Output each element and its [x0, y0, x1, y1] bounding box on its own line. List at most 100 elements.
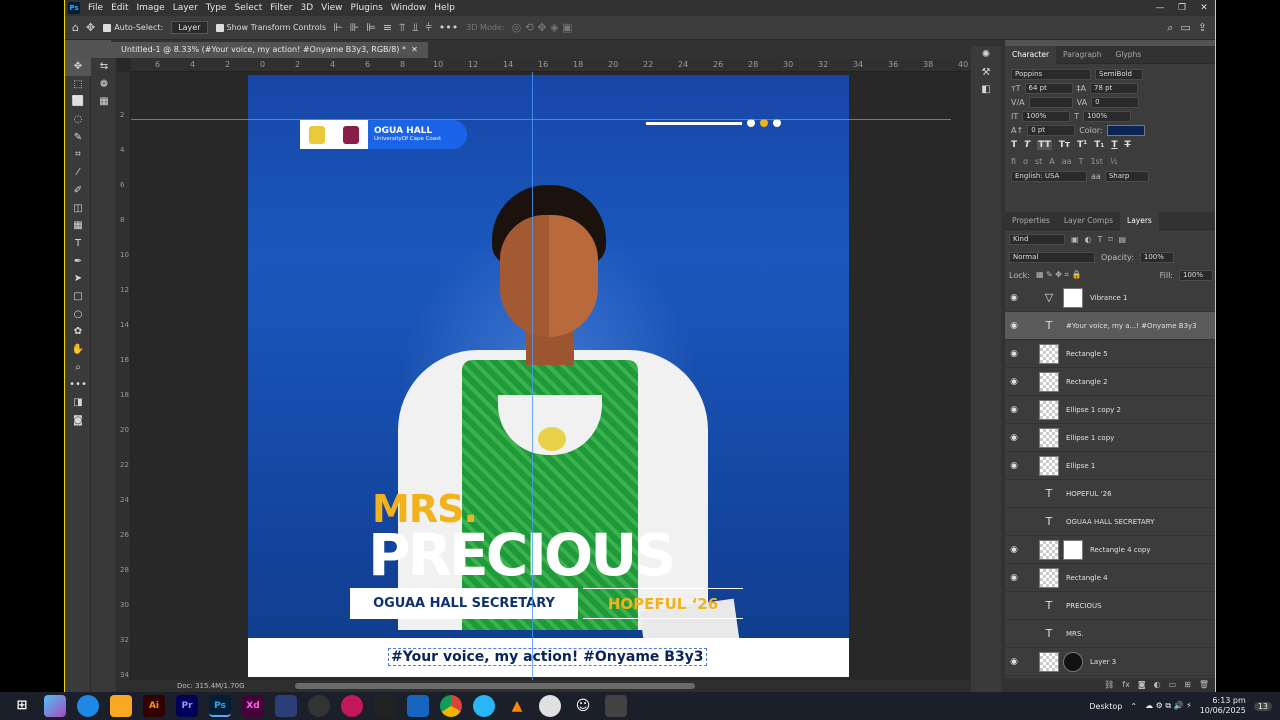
- ordinal-icon[interactable]: aa: [1062, 157, 1072, 166]
- fill-field[interactable]: 100%: [1179, 269, 1213, 281]
- faux-italic-button[interactable]: T: [1024, 140, 1030, 150]
- eye-icon[interactable]: ◉: [1005, 573, 1023, 583]
- emoji-icon[interactable]: ☺: [572, 695, 594, 717]
- layer-row[interactable]: ◉ Ellipse 1 copy 2: [1005, 396, 1215, 424]
- horizontal-scale-field[interactable]: 100%: [1083, 110, 1132, 122]
- delete-layer-icon[interactable]: 🗑: [1199, 678, 1209, 692]
- brush-tool-icon[interactable]: ✐: [65, 182, 91, 200]
- layer-row[interactable]: ◉TOGUAA HALL SECRETARY: [1005, 508, 1215, 536]
- titling-icon[interactable]: T: [1079, 157, 1084, 166]
- small-caps-button[interactable]: Tт: [1059, 140, 1070, 150]
- restore-icon[interactable]: ❐: [1171, 0, 1193, 16]
- add-mask-icon[interactable]: ◙: [1138, 678, 1146, 692]
- language-select[interactable]: English: USA: [1011, 170, 1087, 182]
- vertical-scale-field[interactable]: 100%: [1022, 110, 1071, 122]
- rectangle-tool-icon[interactable]: □: [65, 288, 91, 306]
- windows-start-icon[interactable]: ⊞: [11, 695, 33, 717]
- tab-properties[interactable]: Properties: [1005, 212, 1057, 230]
- align-middle-icon[interactable]: ⫫: [412, 21, 418, 35]
- tab-paragraph[interactable]: Paragraph: [1056, 46, 1108, 64]
- canvas-area[interactable]: 6 4 2 0 2 4 6 8 10 12 14 16 18 20 22 24 …: [117, 58, 1001, 692]
- davinci-icon[interactable]: [308, 695, 330, 717]
- auto-select-dropdown[interactable]: Layer: [171, 21, 208, 34]
- custom-shape-icon[interactable]: ✿: [65, 323, 91, 341]
- libraries-icon[interactable]: ❁: [91, 76, 117, 94]
- quick-mask-icon[interactable]: ◙: [65, 412, 91, 430]
- eye-icon[interactable]: ◉: [1005, 657, 1023, 667]
- layer-row[interactable]: ◉ Rectangle 5: [1005, 340, 1215, 368]
- lock-icons[interactable]: ▦ ✎ ✥ ⌗ 🔒: [1036, 270, 1082, 280]
- minimize-icon[interactable]: —: [1149, 0, 1171, 16]
- anti-alias-select[interactable]: Sharp: [1104, 170, 1149, 182]
- text-color-swatch[interactable]: [1106, 124, 1145, 136]
- eye-icon[interactable]: ◉: [1005, 321, 1023, 331]
- subscript-button[interactable]: T₁: [1094, 140, 1104, 150]
- blend-mode-select[interactable]: Normal: [1009, 251, 1095, 263]
- menu-file[interactable]: File: [84, 0, 107, 16]
- artboard-tool-icon[interactable]: ⬚: [65, 76, 91, 94]
- alt-ligature-icon[interactable]: ơ: [1023, 157, 1028, 166]
- eye-icon[interactable]: ◉: [1005, 461, 1023, 471]
- fx-icon[interactable]: fx: [1122, 678, 1130, 692]
- photoshop-taskbar-icon[interactable]: Ps: [209, 695, 231, 717]
- layer-row[interactable]: ◉ ▽ Vibrance 1: [1005, 284, 1215, 312]
- type-tool-icon[interactable]: T: [65, 235, 91, 253]
- layer-row[interactable]: ◉THOPEFUL '26: [1005, 480, 1215, 508]
- horizontal-scrollbar[interactable]: [295, 683, 695, 689]
- gradient-tool-icon[interactable]: ▦: [65, 217, 91, 235]
- menu-window[interactable]: Window: [387, 0, 431, 16]
- menu-filter[interactable]: Filter: [266, 0, 296, 16]
- align-right-icon[interactable]: ⊫: [366, 21, 376, 34]
- copilot-icon[interactable]: [44, 695, 66, 717]
- font-family-select[interactable]: Poppins: [1011, 68, 1091, 80]
- more-options-icon[interactable]: •••: [439, 21, 458, 34]
- menu-view[interactable]: View: [317, 0, 346, 16]
- layer-row[interactable]: ◉TPRECIOUS: [1005, 592, 1215, 620]
- menu-plugins[interactable]: Plugins: [347, 0, 387, 16]
- illustrator-icon[interactable]: Ai: [143, 695, 165, 717]
- eye-icon[interactable]: ◉: [1005, 377, 1023, 387]
- menu-edit[interactable]: Edit: [107, 0, 132, 16]
- opacity-field[interactable]: 100%: [1139, 251, 1174, 263]
- layer-row[interactable]: ◉ Ellipse 1: [1005, 452, 1215, 480]
- layer-row[interactable]: ◉ Rectangle 2: [1005, 368, 1215, 396]
- faux-bold-button[interactable]: T: [1011, 140, 1017, 150]
- chevron-up-icon[interactable]: ⌃: [1130, 702, 1137, 711]
- telegram-icon[interactable]: [473, 695, 495, 717]
- layer-row[interactable]: ◉ Rectangle 4 copy: [1005, 536, 1215, 564]
- show-transform-checkbox[interactable]: Show Transform Controls: [215, 23, 326, 32]
- home-icon[interactable]: ⌂: [72, 21, 79, 34]
- eye-icon[interactable]: ◉: [1005, 545, 1023, 555]
- search-icon[interactable]: ⌕: [1167, 21, 1173, 35]
- headphones-icon[interactable]: [341, 695, 363, 717]
- grid-icon[interactable]: ▦: [91, 93, 117, 111]
- menu-select[interactable]: Select: [230, 0, 266, 16]
- menu-layer[interactable]: Layer: [169, 0, 202, 16]
- quick-select-icon[interactable]: ✎: [65, 129, 91, 147]
- filter-pixel-icon[interactable]: ▣: [1071, 235, 1079, 244]
- menu-type[interactable]: Type: [202, 0, 231, 16]
- lasso-tool-icon[interactable]: ◌: [65, 111, 91, 129]
- share-icon[interactable]: ⇪: [1198, 21, 1207, 34]
- align-bottom-icon[interactable]: ⫩: [425, 21, 431, 35]
- hand-tool-icon[interactable]: ✋: [65, 341, 91, 359]
- leading-field[interactable]: 78 pt: [1090, 82, 1139, 94]
- align-left-icon[interactable]: ⊩: [333, 21, 343, 34]
- menu-3d[interactable]: 3D: [297, 0, 318, 16]
- adjustment-icon[interactable]: ◐: [1154, 678, 1161, 692]
- layer-row-selected[interactable]: ◉ T #Your voice, my a...! #Onyame B3y3: [1005, 312, 1215, 340]
- all-caps-button[interactable]: TT: [1037, 140, 1052, 150]
- baseline-shift-field[interactable]: 0 pt: [1027, 124, 1076, 136]
- underline-button[interactable]: T: [1111, 140, 1117, 150]
- document-tab[interactable]: Untitled-1 @ 8.33% (#Your voice, my acti…: [111, 42, 428, 58]
- path-select-icon[interactable]: ➤: [65, 270, 91, 288]
- menu-help[interactable]: Help: [430, 0, 459, 16]
- eye-icon[interactable]: ◉: [1005, 349, 1023, 359]
- color-swatch-icon[interactable]: ◨: [65, 394, 91, 412]
- poster-artboard[interactable]: OGUA HALL UniversityOf Cape Coast MRS. P…: [248, 75, 849, 677]
- hashtag-text[interactable]: #Your voice, my action! #Onyame B3y3: [388, 648, 707, 666]
- stylistic-icon[interactable]: st: [1035, 157, 1042, 166]
- tab-character[interactable]: Character: [1005, 45, 1057, 64]
- edge-icon[interactable]: [77, 695, 99, 717]
- swash-icon[interactable]: A: [1049, 157, 1054, 166]
